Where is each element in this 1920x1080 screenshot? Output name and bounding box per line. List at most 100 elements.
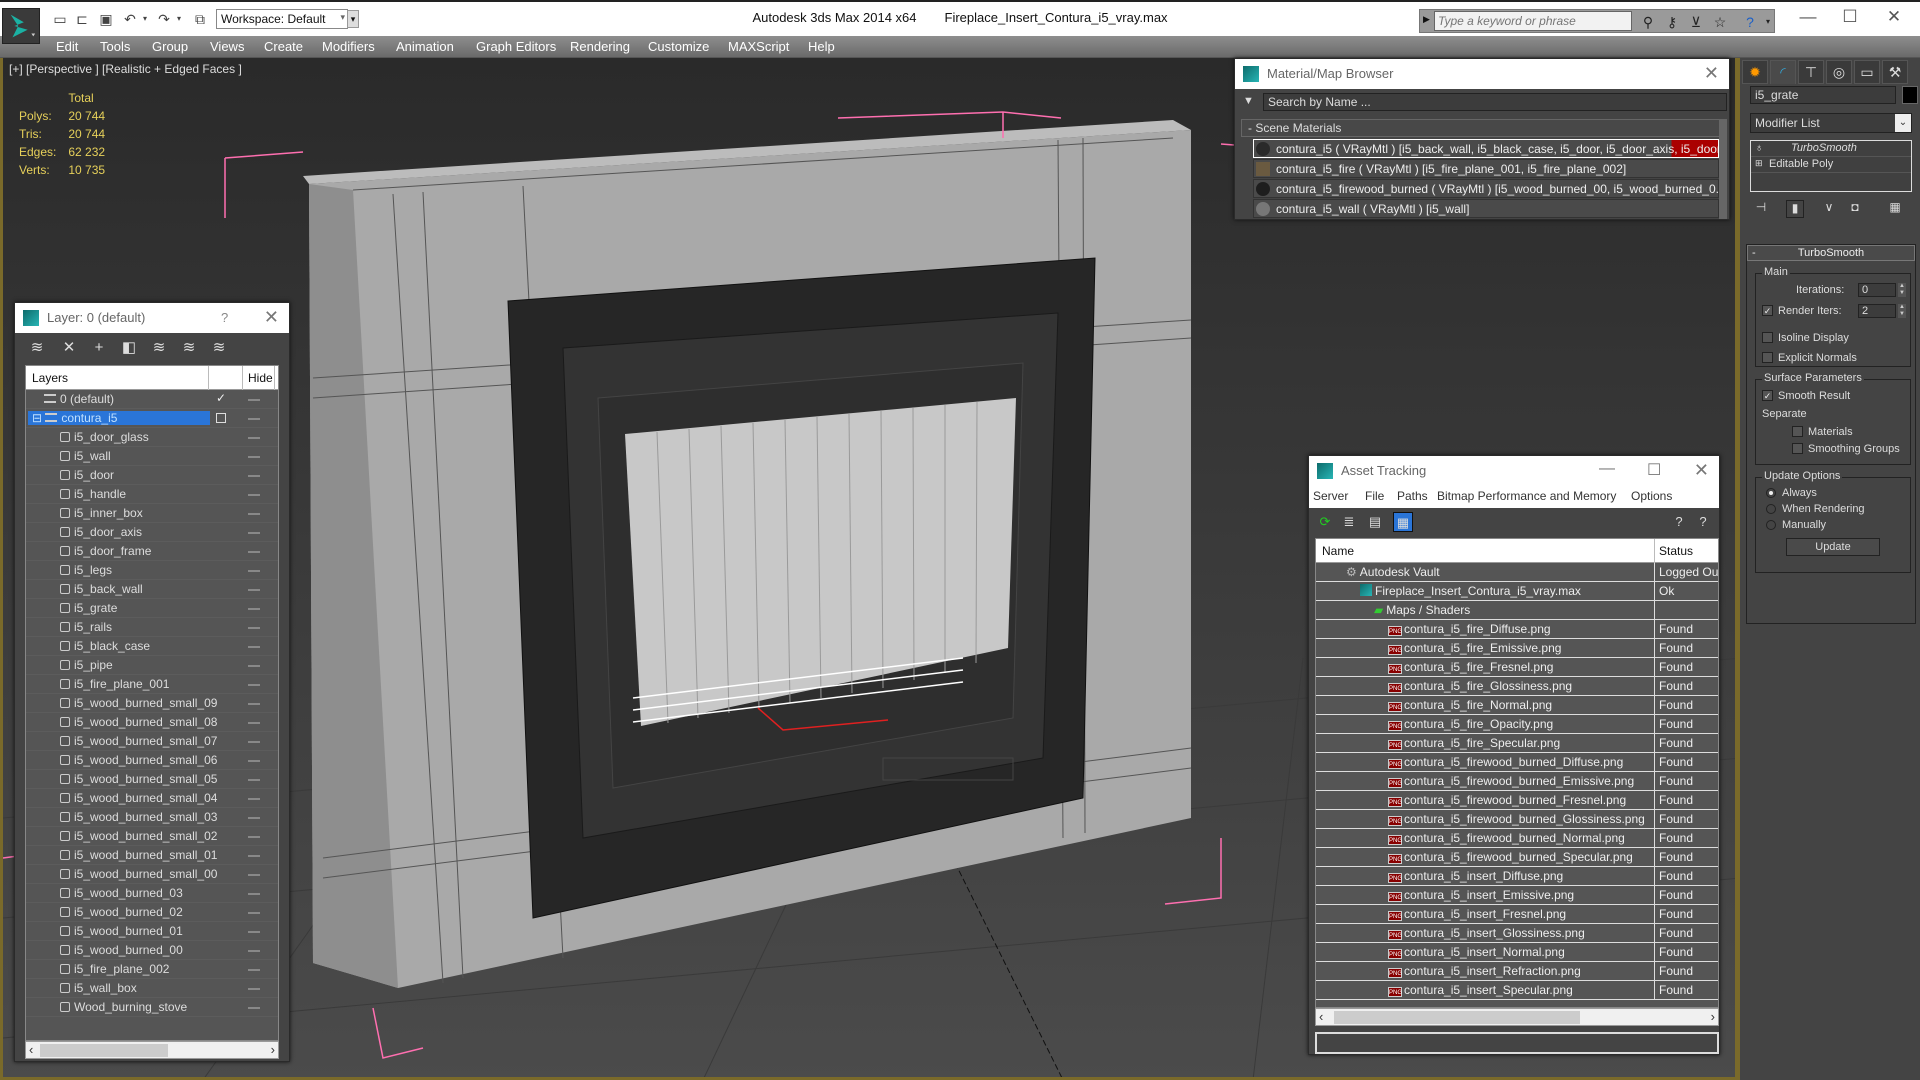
asset-row[interactable]: PNG contura_i5_insert_Specular.png Found	[1316, 981, 1718, 1000]
maximize-button[interactable]: ☐	[1830, 4, 1870, 30]
spinner-arrows-icon[interactable]: ▲ ▼	[1898, 283, 1906, 297]
hide-toggle[interactable]	[248, 513, 260, 515]
layer-object-row[interactable]: i5_handle	[26, 485, 278, 504]
keyword-search-input[interactable]	[1434, 11, 1632, 31]
asset-row[interactable]: PNG contura_i5_firewood_burned_Emissive.p…	[1316, 772, 1718, 791]
asset-row[interactable]: ⚙ Autodesk Vault Logged Ou	[1316, 563, 1718, 582]
asset-row[interactable]: Fireplace_Insert_Contura_i5_vray.max Ok	[1316, 582, 1718, 601]
menu-create[interactable]: Create	[264, 39, 303, 54]
scroll-thumb[interactable]	[1334, 1011, 1580, 1024]
material-item[interactable]: contura_i5_firewood_burned ( VRayMtl ) […	[1253, 179, 1719, 198]
hierarchy-tab-icon[interactable]: ⊤	[1798, 60, 1824, 84]
horizontal-scrollbar[interactable]: ‹ ›	[1315, 1008, 1719, 1026]
menu-animation[interactable]: Animation	[396, 39, 454, 54]
app-menu-button[interactable]	[2, 8, 40, 44]
minimize-button[interactable]: —	[1788, 4, 1828, 30]
help-icon[interactable]: ?	[1693, 512, 1713, 532]
layer-object-row[interactable]: i5_wood_burned_small_01	[26, 846, 278, 865]
menu-modifiers[interactable]: Modifiers	[322, 39, 375, 54]
menu-customize[interactable]: Customize	[648, 39, 709, 54]
hide-toggle[interactable]	[248, 703, 260, 705]
layer-object-row[interactable]: i5_rails	[26, 618, 278, 637]
asset-row[interactable]: PNG contura_i5_firewood_burned_Normal.png…	[1316, 829, 1718, 848]
col-name[interactable]: Name	[1322, 544, 1354, 558]
hide-toggle[interactable]	[248, 551, 260, 553]
menu-help[interactable]: Help	[808, 39, 835, 54]
always-radio[interactable]	[1766, 488, 1776, 498]
asset-row[interactable]: PNG contura_i5_firewood_burned_Specular.p…	[1316, 848, 1718, 867]
expand-arrow-icon[interactable]: ▶	[1423, 14, 1430, 25]
binoculars-icon[interactable]: ⚲	[1638, 12, 1658, 32]
iterations-spinner[interactable]: 0	[1858, 283, 1896, 297]
when-rendering-radio[interactable]	[1766, 504, 1776, 514]
configure-modifier-sets-icon[interactable]: ▦	[1886, 200, 1904, 218]
rollout-header[interactable]: - TurboSmooth	[1747, 245, 1915, 261]
add-to-layer-icon[interactable]: +	[89, 339, 109, 357]
asset-row[interactable]: PNG contura_i5_fire_Normal.png Found	[1316, 696, 1718, 715]
show-end-result-icon[interactable]: ▮	[1786, 200, 1804, 218]
layer-object-row[interactable]: i5_back_wall	[26, 580, 278, 599]
layer-object-row[interactable]: i5_fire_plane_002	[26, 960, 278, 979]
redo-icon[interactable]: ↷	[154, 10, 174, 28]
undo-icon[interactable]: ↶	[120, 10, 140, 28]
asset-row[interactable]: PNG contura_i5_insert_Normal.png Found	[1316, 943, 1718, 962]
hide-toggle[interactable]	[248, 665, 260, 667]
scroll-right-icon[interactable]: ›	[271, 1042, 275, 1057]
layer-object-row[interactable]: i5_wood_burned_01	[26, 922, 278, 941]
refresh-icon[interactable]: ⟳	[1315, 512, 1335, 532]
options-dropdown-icon[interactable]: ▼	[1243, 95, 1254, 107]
modifier-list-dropdown[interactable]: Modifier List ⌄	[1750, 113, 1912, 133]
asset-row[interactable]: PNG contura_i5_insert_Emissive.png Found	[1316, 886, 1718, 905]
hide-toggle[interactable]	[248, 570, 260, 572]
layer-object-row[interactable]: i5_wood_burned_small_07	[26, 732, 278, 751]
hide-toggle[interactable]	[248, 836, 260, 838]
customize-toolbar-button[interactable]: ▾	[347, 10, 359, 28]
hide-toggle[interactable]	[248, 399, 260, 401]
scroll-left-icon[interactable]: ‹	[1319, 1009, 1323, 1024]
create-layer-icon[interactable]: ≋	[27, 339, 47, 357]
undo-dropdown-icon[interactable]: ▾	[140, 10, 150, 28]
display-tab-icon[interactable]: ▭	[1854, 60, 1880, 84]
layer-object-row[interactable]: i5_wood_burned_small_03	[26, 808, 278, 827]
layer-object-row[interactable]: i5_door_axis	[26, 523, 278, 542]
hide-toggle[interactable]	[248, 779, 260, 781]
modify-tab-icon[interactable]: ◜	[1770, 60, 1796, 84]
hide-toggle[interactable]	[248, 760, 260, 762]
layer-object-row[interactable]: i5_fire_plane_001	[26, 675, 278, 694]
col-status[interactable]: Status	[1659, 544, 1693, 558]
layer-object-row[interactable]: i5_black_case	[26, 637, 278, 656]
select-objects-icon[interactable]: ◧	[119, 339, 139, 357]
layer-object-row[interactable]: i5_wood_burned_03	[26, 884, 278, 903]
material-item[interactable]: contura_i5 ( VRayMtl ) [i5_back_wall, i5…	[1253, 139, 1719, 158]
update-button[interactable]: Update	[1786, 538, 1880, 556]
vault-help-icon[interactable]: ?	[1669, 512, 1689, 532]
col-layers[interactable]: Layers	[32, 371, 68, 385]
smoothing-groups-checkbox[interactable]	[1792, 443, 1803, 454]
expand-plus-icon[interactable]: ⊞	[1755, 158, 1763, 169]
hide-toggle[interactable]	[248, 418, 260, 420]
help-icon[interactable]: ?	[1740, 12, 1760, 32]
menu-maxscript[interactable]: MAXScript	[728, 39, 789, 54]
hide-toggle[interactable]	[248, 589, 260, 591]
layer-object-row[interactable]: i5_wood_burned_small_00	[26, 865, 278, 884]
scroll-thumb[interactable]	[40, 1044, 168, 1057]
material-item[interactable]: contura_i5_wall ( VRayMtl ) [i5_wall]	[1253, 199, 1719, 218]
satellite-icon[interactable]: ⊻	[1686, 12, 1706, 32]
hide-toggle[interactable]	[248, 646, 260, 648]
menu-bitmap-performance[interactable]: Bitmap Performance and Memory	[1437, 489, 1616, 503]
hide-all-layers-icon[interactable]: ≋	[209, 339, 229, 357]
vertical-scrollbar[interactable]	[1719, 119, 1727, 219]
viewport-label[interactable]: [+] [Perspective ] [Realistic + Edged Fa…	[9, 62, 242, 76]
layer-object-row[interactable]: Wood_burning_stove	[26, 998, 278, 1017]
set-current-checkbox[interactable]	[216, 413, 226, 423]
hide-toggle[interactable]	[248, 988, 260, 990]
create-tab-icon[interactable]: ✹	[1742, 60, 1768, 84]
hide-toggle[interactable]	[248, 741, 260, 743]
scene-materials-group[interactable]: - Scene Materials	[1241, 119, 1721, 137]
menu-graph-editors[interactable]: Graph Editors	[476, 39, 556, 54]
asset-row[interactable]: PNG contura_i5_insert_Glossiness.png Found	[1316, 924, 1718, 943]
asset-row[interactable]: PNG contura_i5_insert_Fresnel.png Found	[1316, 905, 1718, 924]
material-browser-titlebar[interactable]: Material/Map Browser ✕	[1235, 59, 1729, 89]
asset-row[interactable]: PNG contura_i5_firewood_burned_Diffuse.pn…	[1316, 753, 1718, 772]
save-file-icon[interactable]: ▣	[96, 10, 116, 28]
